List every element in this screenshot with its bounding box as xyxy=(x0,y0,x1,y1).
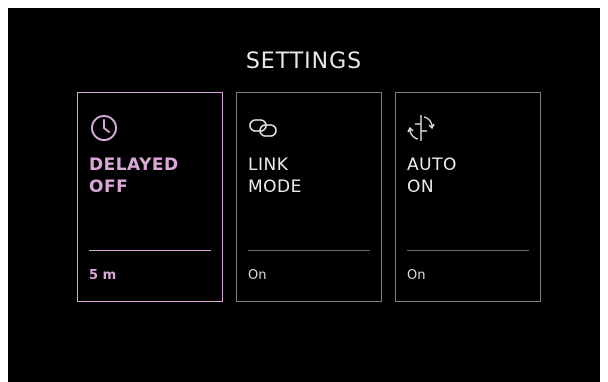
card-auto[interactable]: AUTO ON On xyxy=(395,92,541,302)
card-value: On xyxy=(407,268,426,283)
page-title: SETTINGS xyxy=(245,49,363,74)
card-label: AUTO ON xyxy=(407,154,457,198)
card-divider xyxy=(248,250,370,251)
card-label-line2: OFF xyxy=(89,177,129,197)
card-label-line1: AUTO xyxy=(407,155,457,175)
card-label: LINK MODE xyxy=(248,154,302,198)
card-label-line1: LINK xyxy=(248,155,289,175)
card-link-mode[interactable]: LINK MODE On xyxy=(236,92,382,302)
card-value: On xyxy=(248,268,267,283)
settings-screen: SETTINGS DELAYED OFF 5 m LINK MODE On AU… xyxy=(8,8,600,382)
card-label-line1: DELAYED xyxy=(89,155,179,175)
link-icon xyxy=(249,119,277,137)
card-divider xyxy=(89,250,211,251)
card-value: 5 m xyxy=(89,268,117,283)
clock-icon xyxy=(91,115,117,141)
card-label-line2: MODE xyxy=(248,177,302,197)
card-label-line2: ON xyxy=(407,177,435,197)
card-label: DELAYED OFF xyxy=(89,154,179,198)
rotate-icon xyxy=(407,115,435,141)
card-delayed[interactable]: DELAYED OFF 5 m xyxy=(77,92,223,302)
card-divider xyxy=(407,250,529,251)
